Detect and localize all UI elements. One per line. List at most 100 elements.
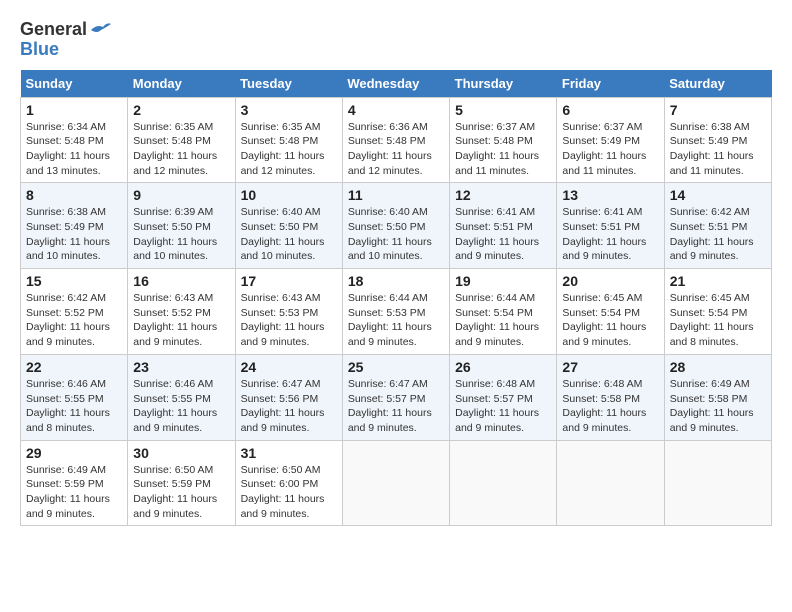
weekday-header-friday: Friday <box>557 70 664 98</box>
day-number: 4 <box>348 102 444 118</box>
day-number: 17 <box>241 273 337 289</box>
day-number: 26 <box>455 359 551 375</box>
calendar-cell: 14 Sunrise: 6:42 AMSunset: 5:51 PMDaylig… <box>664 183 771 269</box>
day-number: 9 <box>133 187 229 203</box>
day-number: 31 <box>241 445 337 461</box>
day-number: 24 <box>241 359 337 375</box>
day-info: Sunrise: 6:41 AMSunset: 5:51 PMDaylight:… <box>455 206 539 262</box>
calendar-week-4: 22 Sunrise: 6:46 AMSunset: 5:55 PMDaylig… <box>21 354 772 440</box>
day-info: Sunrise: 6:37 AMSunset: 5:48 PMDaylight:… <box>455 121 539 177</box>
calendar-cell: 9 Sunrise: 6:39 AMSunset: 5:50 PMDayligh… <box>128 183 235 269</box>
calendar-cell: 25 Sunrise: 6:47 AMSunset: 5:57 PMDaylig… <box>342 354 449 440</box>
day-info: Sunrise: 6:35 AMSunset: 5:48 PMDaylight:… <box>133 121 217 177</box>
weekday-header-saturday: Saturday <box>664 70 771 98</box>
logo: General Blue <box>20 20 111 60</box>
bird-icon <box>89 22 111 38</box>
day-info: Sunrise: 6:36 AMSunset: 5:48 PMDaylight:… <box>348 121 432 177</box>
day-number: 7 <box>670 102 766 118</box>
day-info: Sunrise: 6:37 AMSunset: 5:49 PMDaylight:… <box>562 121 646 177</box>
calendar-cell: 31 Sunrise: 6:50 AMSunset: 6:00 PMDaylig… <box>235 440 342 526</box>
day-number: 6 <box>562 102 658 118</box>
calendar-cell: 21 Sunrise: 6:45 AMSunset: 5:54 PMDaylig… <box>664 269 771 355</box>
day-number: 22 <box>26 359 122 375</box>
day-number: 27 <box>562 359 658 375</box>
day-number: 23 <box>133 359 229 375</box>
calendar-cell: 7 Sunrise: 6:38 AMSunset: 5:49 PMDayligh… <box>664 97 771 183</box>
day-number: 15 <box>26 273 122 289</box>
calendar-cell: 5 Sunrise: 6:37 AMSunset: 5:48 PMDayligh… <box>450 97 557 183</box>
day-info: Sunrise: 6:41 AMSunset: 5:51 PMDaylight:… <box>562 206 646 262</box>
day-number: 13 <box>562 187 658 203</box>
day-info: Sunrise: 6:49 AMSunset: 5:58 PMDaylight:… <box>670 378 754 434</box>
calendar-cell: 19 Sunrise: 6:44 AMSunset: 5:54 PMDaylig… <box>450 269 557 355</box>
calendar-cell: 6 Sunrise: 6:37 AMSunset: 5:49 PMDayligh… <box>557 97 664 183</box>
calendar-cell <box>450 440 557 526</box>
day-number: 30 <box>133 445 229 461</box>
calendar-week-1: 1 Sunrise: 6:34 AMSunset: 5:48 PMDayligh… <box>21 97 772 183</box>
day-number: 21 <box>670 273 766 289</box>
calendar-cell: 26 Sunrise: 6:48 AMSunset: 5:57 PMDaylig… <box>450 354 557 440</box>
day-number: 5 <box>455 102 551 118</box>
day-info: Sunrise: 6:42 AMSunset: 5:52 PMDaylight:… <box>26 292 110 348</box>
calendar-cell: 15 Sunrise: 6:42 AMSunset: 5:52 PMDaylig… <box>21 269 128 355</box>
day-info: Sunrise: 6:43 AMSunset: 5:53 PMDaylight:… <box>241 292 325 348</box>
calendar-header-row: SundayMondayTuesdayWednesdayThursdayFrid… <box>21 70 772 98</box>
calendar-cell <box>557 440 664 526</box>
calendar-cell: 20 Sunrise: 6:45 AMSunset: 5:54 PMDaylig… <box>557 269 664 355</box>
page-header: General Blue <box>20 20 772 60</box>
day-info: Sunrise: 6:39 AMSunset: 5:50 PMDaylight:… <box>133 206 217 262</box>
weekday-header-thursday: Thursday <box>450 70 557 98</box>
day-number: 20 <box>562 273 658 289</box>
day-number: 14 <box>670 187 766 203</box>
day-info: Sunrise: 6:48 AMSunset: 5:58 PMDaylight:… <box>562 378 646 434</box>
day-number: 2 <box>133 102 229 118</box>
day-info: Sunrise: 6:42 AMSunset: 5:51 PMDaylight:… <box>670 206 754 262</box>
calendar-cell: 8 Sunrise: 6:38 AMSunset: 5:49 PMDayligh… <box>21 183 128 269</box>
calendar-table: SundayMondayTuesdayWednesdayThursdayFrid… <box>20 70 772 527</box>
day-info: Sunrise: 6:47 AMSunset: 5:56 PMDaylight:… <box>241 378 325 434</box>
calendar-cell: 10 Sunrise: 6:40 AMSunset: 5:50 PMDaylig… <box>235 183 342 269</box>
calendar-cell: 29 Sunrise: 6:49 AMSunset: 5:59 PMDaylig… <box>21 440 128 526</box>
calendar-cell: 4 Sunrise: 6:36 AMSunset: 5:48 PMDayligh… <box>342 97 449 183</box>
day-number: 29 <box>26 445 122 461</box>
day-info: Sunrise: 6:40 AMSunset: 5:50 PMDaylight:… <box>348 206 432 262</box>
day-number: 12 <box>455 187 551 203</box>
day-number: 11 <box>348 187 444 203</box>
day-number: 10 <box>241 187 337 203</box>
day-number: 18 <box>348 273 444 289</box>
day-info: Sunrise: 6:44 AMSunset: 5:53 PMDaylight:… <box>348 292 432 348</box>
calendar-cell: 22 Sunrise: 6:46 AMSunset: 5:55 PMDaylig… <box>21 354 128 440</box>
day-number: 19 <box>455 273 551 289</box>
calendar-week-5: 29 Sunrise: 6:49 AMSunset: 5:59 PMDaylig… <box>21 440 772 526</box>
day-info: Sunrise: 6:50 AMSunset: 5:59 PMDaylight:… <box>133 464 217 520</box>
calendar-cell: 23 Sunrise: 6:46 AMSunset: 5:55 PMDaylig… <box>128 354 235 440</box>
day-number: 16 <box>133 273 229 289</box>
calendar-cell: 2 Sunrise: 6:35 AMSunset: 5:48 PMDayligh… <box>128 97 235 183</box>
weekday-header-wednesday: Wednesday <box>342 70 449 98</box>
calendar-cell: 11 Sunrise: 6:40 AMSunset: 5:50 PMDaylig… <box>342 183 449 269</box>
logo-text: General <box>20 20 87 40</box>
calendar-cell: 16 Sunrise: 6:43 AMSunset: 5:52 PMDaylig… <box>128 269 235 355</box>
day-number: 25 <box>348 359 444 375</box>
calendar-cell <box>342 440 449 526</box>
day-info: Sunrise: 6:45 AMSunset: 5:54 PMDaylight:… <box>562 292 646 348</box>
calendar-cell: 28 Sunrise: 6:49 AMSunset: 5:58 PMDaylig… <box>664 354 771 440</box>
day-info: Sunrise: 6:48 AMSunset: 5:57 PMDaylight:… <box>455 378 539 434</box>
day-info: Sunrise: 6:46 AMSunset: 5:55 PMDaylight:… <box>133 378 217 434</box>
day-info: Sunrise: 6:38 AMSunset: 5:49 PMDaylight:… <box>670 121 754 177</box>
day-info: Sunrise: 6:35 AMSunset: 5:48 PMDaylight:… <box>241 121 325 177</box>
day-number: 1 <box>26 102 122 118</box>
day-info: Sunrise: 6:44 AMSunset: 5:54 PMDaylight:… <box>455 292 539 348</box>
day-info: Sunrise: 6:38 AMSunset: 5:49 PMDaylight:… <box>26 206 110 262</box>
calendar-week-3: 15 Sunrise: 6:42 AMSunset: 5:52 PMDaylig… <box>21 269 772 355</box>
weekday-header-sunday: Sunday <box>21 70 128 98</box>
day-info: Sunrise: 6:43 AMSunset: 5:52 PMDaylight:… <box>133 292 217 348</box>
calendar-week-2: 8 Sunrise: 6:38 AMSunset: 5:49 PMDayligh… <box>21 183 772 269</box>
day-info: Sunrise: 6:50 AMSunset: 6:00 PMDaylight:… <box>241 464 325 520</box>
day-info: Sunrise: 6:34 AMSunset: 5:48 PMDaylight:… <box>26 121 110 177</box>
calendar-cell: 12 Sunrise: 6:41 AMSunset: 5:51 PMDaylig… <box>450 183 557 269</box>
calendar-cell: 3 Sunrise: 6:35 AMSunset: 5:48 PMDayligh… <box>235 97 342 183</box>
day-info: Sunrise: 6:45 AMSunset: 5:54 PMDaylight:… <box>670 292 754 348</box>
day-info: Sunrise: 6:46 AMSunset: 5:55 PMDaylight:… <box>26 378 110 434</box>
calendar-cell: 18 Sunrise: 6:44 AMSunset: 5:53 PMDaylig… <box>342 269 449 355</box>
